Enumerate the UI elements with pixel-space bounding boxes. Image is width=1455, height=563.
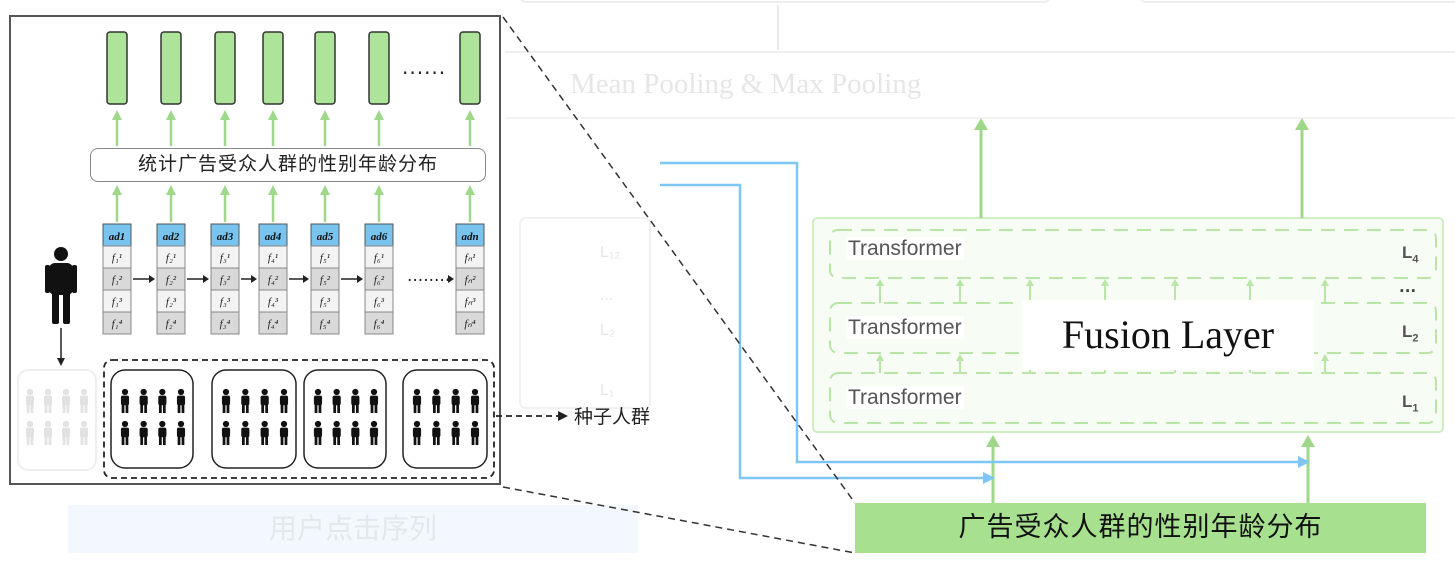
feature-label: f₃¹ [220,252,230,264]
feature-label: f₁⁴ [112,318,123,330]
ad-column: ad1 f₁¹ f₁² f₁³ f₁⁴ [102,223,155,335]
person-icon [45,247,77,324]
ad-label: ad5 [317,231,334,243]
ad-column: adn fₙ¹ fₙ² fₙ³ fₙ⁴ [455,223,485,335]
ad-column: ad6 f₆¹ f₆² f₆³ f₆⁴ [364,223,394,335]
embedding-bar [106,31,128,105]
feature-label: f₁¹ [112,252,122,264]
feature-label: f₂¹ [166,252,176,264]
feature-label: f₅⁴ [320,318,331,330]
feature-label: f₁² [112,274,123,286]
seed-crowd-label: 种子人群 [574,406,651,428]
ad-column: ad4 f₄¹ f₄² f₄³ f₄⁴ [258,223,309,335]
sequence-ellipsis: ········ [407,271,451,291]
feature-label: f₄⁴ [268,318,279,330]
feature-label: f₁³ [112,296,123,308]
feature-label: f₂² [166,274,177,286]
crowd-icon [303,369,387,469]
feature-label: f₄² [268,274,279,286]
embedding-bar [262,31,284,105]
feature-label: f₃⁴ [220,318,231,330]
ad-label: adn [461,231,478,243]
stats-box: 统计广告受众人群的性别年龄分布 [90,148,486,182]
ad-label: ad2 [163,231,180,243]
bars-ellipsis: ...... [402,55,447,79]
ad-label: ad1 [109,231,126,243]
feature-label: f₃³ [220,296,231,308]
feature-label: f₆¹ [374,252,384,264]
feature-label: f₆² [374,274,385,286]
embedding-bar [459,31,481,105]
crowd-icon [211,369,297,469]
feature-label: fₙ¹ [465,252,476,264]
embedding-bar [160,31,182,105]
feature-label: f₄³ [268,296,279,308]
feature-label: f₄¹ [268,252,278,264]
crowd-icon [402,369,488,469]
feature-label: fₙ⁴ [464,318,475,330]
feature-label: fₙ³ [465,296,476,308]
feature-label: f₅³ [320,296,331,308]
ad-column: ad3 f₃¹ f₃² f₃³ f₃⁴ [210,223,257,335]
feature-label: f₅² [320,274,331,286]
feature-label: f₆⁴ [374,318,385,330]
ad-label: ad6 [371,231,388,243]
embedding-bar [314,31,336,105]
embedding-bar [368,31,390,105]
feature-label: f₆³ [374,296,385,308]
ad-column: ad2 f₂¹ f₂² f₂³ f₂⁴ [156,223,209,335]
ad-label: ad4 [265,231,282,243]
feature-label: f₅¹ [320,252,330,264]
feature-label: f₂³ [166,296,177,308]
ad-label: ad3 [217,231,234,243]
feature-label: fₙ² [465,274,476,286]
embedding-bar [214,31,236,105]
feature-label: f₂⁴ [166,318,177,330]
inset-diagram: ad1 f₁¹ f₁² f₁³ f₁⁴ ad2 f₂¹ f₂² f₂³ f₂⁴ ad3 f₃¹ f₃² f… [17,31,568,479]
ad-column: ad5 f₅¹ f₅² f₅³ f₅⁴ [310,223,363,335]
crowd-icon [110,369,194,469]
feature-label: f₃² [220,274,231,286]
